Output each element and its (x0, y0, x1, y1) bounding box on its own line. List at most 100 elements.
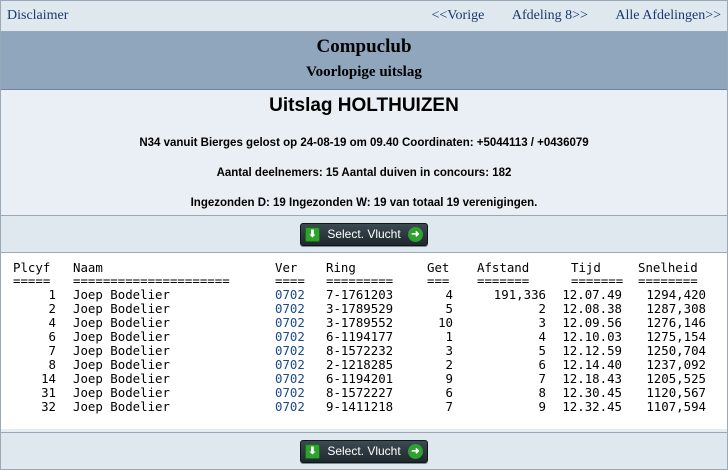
cell-plcyf: 8 (48, 357, 56, 372)
cell-naam: Joep Bodelier (73, 315, 170, 330)
cell-afstand: 5 (538, 343, 546, 358)
cell-tijd: ======= (571, 273, 624, 288)
cell-ver: 0702 (275, 385, 305, 400)
cell-ring: 7-1761203 (326, 287, 394, 302)
page-subtitle: Voorlopige uitslag (306, 64, 422, 80)
results-table: Plcyf Naam Ver Ring Get Afstand Tijd Snelheid ==… (1, 253, 727, 429)
top-button-bar: ⬇ Select. Vlucht ➜ (1, 216, 727, 253)
cell-tijd: 12.07.49 (562, 287, 622, 302)
cell-ring: 2-1218285 (326, 357, 394, 372)
cell-naam: Joep Bodelier (73, 301, 170, 316)
cell-ver: 0702 (275, 329, 305, 344)
cell-naam: Joep Bodelier (73, 357, 170, 372)
cell-ring: 3-1789552 (326, 315, 394, 330)
cell-ver: 0702 (275, 315, 305, 330)
cell-get: 10 (438, 315, 453, 330)
submitted-info: Ingezonden D: 19 Ingezonden W: 19 van to… (190, 197, 538, 209)
cell-tijd: 12.10.03 (562, 329, 622, 344)
table-row: 1 Joep Bodelier 0702 7-1761203 4 191,336 12.07… (1, 288, 728, 302)
cell-ver: 0702 (275, 287, 305, 302)
cell-snelheid: 1294,420 (646, 287, 706, 302)
select-flight-label: Select. Vlucht (327, 227, 401, 241)
table-row: 2 Joep Bodelier 0702 3-1789529 5 2 12.08.38 128… (1, 302, 728, 316)
cell-afstand: 2 (538, 301, 546, 316)
cell-naam: Joep Bodelier (73, 399, 170, 414)
table-row: 6 Joep Bodelier 0702 6-1194177 1 4 12.10.03 127… (1, 330, 728, 344)
table-separator: ===== ===================== ==== ========= =… (1, 274, 728, 288)
cell-plcyf: ===== (13, 273, 51, 288)
cell-ring: ========= (326, 273, 394, 288)
cell-plcyf: 2 (48, 301, 56, 316)
disclaimer-link[interactable]: Disclaimer (7, 8, 68, 24)
cell-afstand: 4 (538, 329, 546, 344)
club-header: Compuclub Voorlopige uitslag (1, 32, 727, 90)
cell-naam: Joep Bodelier (73, 371, 170, 386)
select-flight-button[interactable]: ⬇ Select. Vlucht ➜ (300, 439, 428, 463)
cell-plcyf: 4 (48, 315, 56, 330)
participants-info: Aantal deelnemers: 15 Aantal duiven in c… (216, 167, 512, 179)
arrow-right-icon: ➜ (408, 226, 423, 242)
race-info: Uitslag HOLTHUIZEN N34 vanuit Bierges ge… (1, 90, 727, 216)
cell-tijd: 12.14.40 (562, 357, 622, 372)
cell-snelheid: 1205,525 (646, 371, 706, 386)
cell-plcyf: 32 (41, 399, 56, 414)
cell-get: 9 (445, 371, 453, 386)
cell-get: 1 (445, 329, 453, 344)
all-divisions-link[interactable]: Alle Afdelingen>> (615, 8, 721, 23)
cell-snelheid: 1120,567 (646, 385, 706, 400)
bottom-button-bar: ⬇ Select. Vlucht ➜ (1, 432, 727, 469)
cell-plcyf: 31 (41, 385, 56, 400)
release-info: N34 vanuit Bierges gelost op 24-08-19 om… (139, 137, 589, 149)
table-row: 4 Joep Bodelier 0702 3-1789552 10 3 12.09.56 12… (1, 316, 728, 330)
previous-link[interactable]: <<Vorige (431, 8, 484, 23)
cell-ring: 8-1572232 (326, 343, 394, 358)
cell-get: 7 (445, 399, 453, 414)
cell-naam: ===================== (73, 273, 230, 288)
cell-ring: 6-1194201 (326, 371, 394, 386)
cell-afstand: 3 (538, 315, 546, 330)
table-row: 14 Joep Bodelier 0702 6-1194201 9 7 12.18.43 12… (1, 372, 728, 386)
cell-ver: 0702 (275, 357, 305, 372)
cell-snelheid: ======== (638, 273, 698, 288)
afdeling-next-link[interactable]: Afdeling 8>> (512, 8, 588, 23)
cell-get: 4 (445, 287, 453, 302)
cell-snelheid: 1287,308 (646, 301, 706, 316)
cell-get: 6 (445, 385, 453, 400)
cell-afstand: ======= (477, 273, 530, 288)
cell-ring: 6-1194177 (326, 329, 394, 344)
cell-tijd: 12.08.38 (562, 301, 622, 316)
download-icon: ⬇ (305, 443, 320, 459)
cell-afstand: 7 (538, 371, 546, 386)
cell-snelheid: 1107,594 (646, 399, 706, 414)
club-name: Compuclub (316, 36, 412, 57)
cell-snelheid: 1250,704 (646, 343, 706, 358)
cell-afstand: 191,336 (493, 287, 546, 302)
cell-tijd: 12.09.56 (562, 315, 622, 330)
cell-get: === (427, 273, 450, 288)
select-flight-button[interactable]: ⬇ Select. Vlucht ➜ (300, 222, 428, 246)
cell-ver: ==== (275, 273, 305, 288)
cell-tijd: 12.12.59 (562, 343, 622, 358)
cell-naam: Joep Bodelier (73, 343, 170, 358)
select-flight-label: Select. Vlucht (327, 444, 401, 458)
page-title: Uitslag HOLTHUIZEN (269, 95, 459, 116)
cell-ring: 3-1789529 (326, 301, 394, 316)
table-row: 7 Joep Bodelier 0702 8-1572232 3 5 12.12.59 125… (1, 344, 728, 358)
cell-plcyf: 1 (48, 287, 56, 302)
cell-ver: 0702 (275, 399, 305, 414)
cell-naam: Joep Bodelier (73, 287, 170, 302)
cell-tijd: 12.18.43 (562, 371, 622, 386)
cell-afstand: 9 (538, 399, 546, 414)
cell-snelheid: 1237,092 (646, 357, 706, 372)
table-row: 8 Joep Bodelier 0702 2-1218285 2 6 12.14.40 123… (1, 358, 728, 372)
cell-naam: Joep Bodelier (73, 329, 170, 344)
table-row: 32 Joep Bodelier 0702 9-1411218 7 9 12.32.45 11… (1, 400, 728, 414)
cell-plcyf: 7 (48, 343, 56, 358)
cell-get: 2 (445, 357, 453, 372)
cell-ver: 0702 (275, 301, 305, 316)
cell-get: 3 (445, 343, 453, 358)
cell-afstand: 8 (538, 385, 546, 400)
cell-plcyf: 6 (48, 329, 56, 344)
cell-naam: Joep Bodelier (73, 385, 170, 400)
cell-ring: 8-1572227 (326, 385, 394, 400)
